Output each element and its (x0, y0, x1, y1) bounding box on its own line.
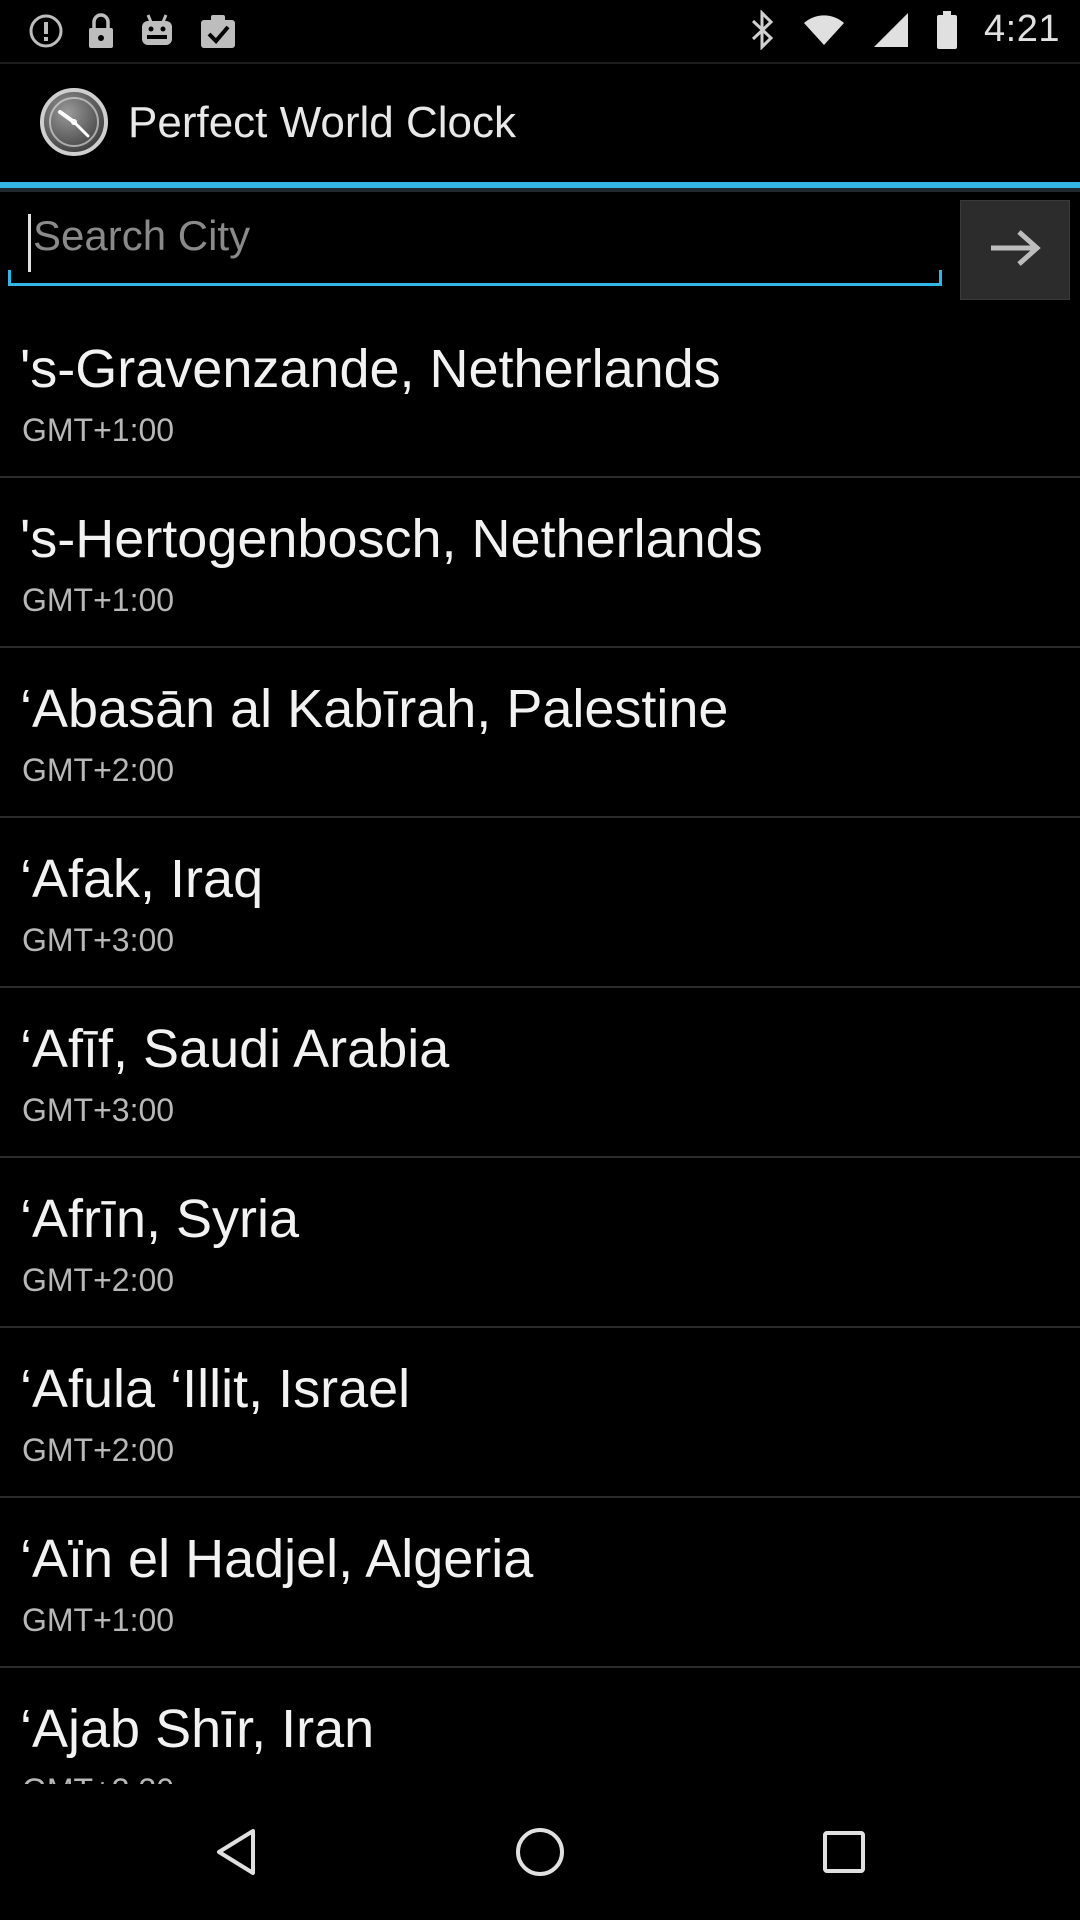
recents-square-icon (819, 1827, 869, 1882)
text-cursor (28, 214, 31, 272)
list-item[interactable]: ‘Afrīn, Syria GMT+2:00 (0, 1158, 1080, 1328)
gmt-offset: GMT+1:00 (22, 1602, 175, 1638)
app-title: Perfect World Clock (128, 98, 516, 147)
search-field-container (8, 196, 942, 290)
home-button[interactable] (500, 1814, 580, 1894)
signal-icon (872, 11, 910, 49)
lock-icon (86, 12, 116, 50)
clipboard-check-icon (198, 12, 238, 50)
back-button[interactable] (196, 1814, 276, 1894)
battery-icon (936, 10, 958, 50)
gmt-offset: GMT+1:00 (22, 412, 175, 448)
gmt-offset: GMT+3:00 (22, 922, 175, 958)
list-item[interactable]: ‘Afīf, Saudi Arabia GMT+3:00 (0, 988, 1080, 1158)
search-city-input[interactable] (8, 196, 942, 286)
city-name: ‘Abasān al Kabīrah, Palestine (20, 679, 729, 739)
wifi-icon (802, 13, 846, 47)
alert-icon (28, 13, 64, 49)
gmt-offset: GMT+3:30 (22, 1772, 174, 1784)
action-bar-shadow (0, 188, 1080, 192)
gmt-offset: GMT+2:00 (22, 1432, 175, 1468)
navigation-bar (0, 1784, 1080, 1920)
city-name: ‘Afrīn, Syria (20, 1189, 300, 1249)
city-name: ‘Afīf, Saudi Arabia (20, 1019, 450, 1079)
gmt-offset: GMT+2:00 (22, 752, 175, 788)
city-name: ‘Afak, Iraq (20, 849, 264, 909)
city-list[interactable]: 's-Gravenzande, Netherlands GMT+1:00 's-… (0, 308, 1080, 1784)
home-circle-icon (512, 1824, 568, 1885)
system-icons: 4:21 (750, 8, 1060, 51)
gmt-offset: GMT+2:00 (22, 1262, 175, 1298)
city-name: 's-Hertogenbosch, Netherlands (20, 509, 763, 569)
list-item[interactable]: 's-Gravenzande, Netherlands GMT+1:00 (0, 308, 1080, 478)
city-name: ‘Aïn el Hadjel, Algeria (20, 1529, 534, 1589)
list-item[interactable]: 's-Hertogenbosch, Netherlands GMT+1:00 (0, 478, 1080, 648)
recents-button[interactable] (804, 1814, 884, 1894)
gmt-offset: GMT+1:00 (22, 582, 175, 618)
list-item[interactable]: ‘Abasān al Kabīrah, Palestine GMT+2:00 (0, 648, 1080, 818)
arrow-right-icon (987, 228, 1043, 273)
gmt-offset: GMT+3:00 (22, 1092, 175, 1128)
list-item[interactable]: ‘Aïn el Hadjel, Algeria GMT+1:00 (0, 1498, 1080, 1668)
status-bar: 4:21 (0, 0, 1080, 62)
city-name: ‘Ajab Shīr, Iran (20, 1699, 375, 1759)
notification-icons (28, 12, 238, 50)
bluetooth-icon (750, 9, 776, 50)
world-clock-icon[interactable] (38, 86, 110, 158)
action-bar: Perfect World Clock (0, 64, 1080, 182)
android-icon (138, 13, 176, 49)
search-go-button[interactable] (960, 200, 1070, 300)
list-item[interactable]: ‘Ajab Shīr, Iran GMT+3:30 (0, 1668, 1080, 1784)
city-name: 's-Gravenzande, Netherlands (20, 339, 721, 399)
status-time: 4:21 (984, 8, 1060, 50)
list-item[interactable]: ‘Afula ‘Illit, Israel GMT+2:00 (0, 1328, 1080, 1498)
list-item[interactable]: ‘Afak, Iraq GMT+3:00 (0, 818, 1080, 988)
city-name: ‘Afula ‘Illit, Israel (20, 1359, 411, 1419)
back-triangle-icon (209, 1825, 263, 1884)
